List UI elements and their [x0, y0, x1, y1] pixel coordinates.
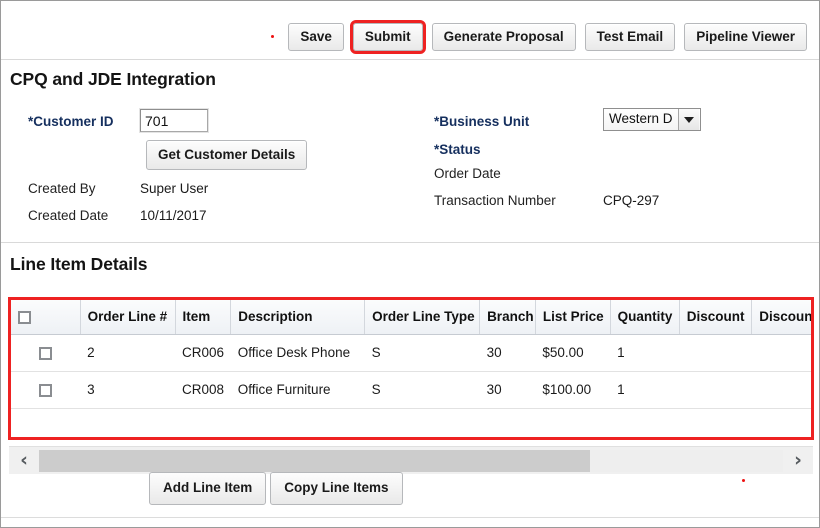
red-annotation-dot-bottom	[742, 479, 745, 482]
cell-order-line: 2	[80, 335, 175, 372]
table-row[interactable]: 3 CR008 Office Furniture S 30 $100.00 1 …	[11, 372, 814, 409]
cell-quantity: 1	[610, 372, 679, 409]
header-list-price[interactable]: List Price	[535, 300, 610, 335]
header-quantity[interactable]: Quantity	[610, 300, 679, 335]
top-toolbar: Save Submit Generate Proposal Test Email…	[1, 1, 819, 60]
cell-order-line: 3	[80, 372, 175, 409]
chevron-down-icon[interactable]	[678, 109, 699, 130]
save-button[interactable]: Save	[288, 23, 344, 51]
cell-branch: 30	[480, 335, 536, 372]
header-discount-type[interactable]: Discount Type	[752, 300, 814, 335]
cell-discount	[679, 335, 752, 372]
row-checkbox[interactable]	[39, 347, 52, 360]
scrollbar-track[interactable]	[39, 450, 783, 472]
scroll-right-arrow-icon[interactable]: ›	[783, 451, 813, 470]
line-items-action-buttons: Add Line Item Copy Line Items	[149, 472, 403, 505]
submit-button[interactable]: Submit	[353, 23, 423, 51]
customer-id-input[interactable]	[140, 109, 208, 132]
header-select-all[interactable]	[11, 300, 80, 335]
line-items-table: Order Line # Item Description Order Line…	[11, 300, 814, 409]
line-items-horizontal-scrollbar[interactable]: ‹ ›	[9, 446, 813, 474]
test-email-button[interactable]: Test Email	[585, 23, 676, 51]
header-form: *Customer ID Get Customer Details Create…	[1, 101, 819, 233]
cell-description: Office Desk Phone	[231, 335, 365, 372]
line-items-grid-scroll-content: Order Line # Item Description Order Line…	[11, 300, 814, 409]
section-divider	[1, 242, 819, 243]
created-by-label: Created By	[28, 180, 96, 197]
business-unit-select[interactable]: Western D	[603, 108, 701, 131]
header-description[interactable]: Description	[231, 300, 365, 335]
page-title: CPQ and JDE Integration	[10, 69, 216, 90]
header-discount[interactable]: Discount	[679, 300, 752, 335]
header-order-line[interactable]: Order Line #	[80, 300, 175, 335]
cell-discount-type	[752, 372, 814, 409]
header-order-line-type[interactable]: Order Line Type	[365, 300, 480, 335]
created-date-label: Created Date	[28, 207, 108, 224]
transaction-number-label: Transaction Number	[434, 192, 556, 209]
order-date-label: Order Date	[434, 165, 501, 182]
cell-discount	[679, 372, 752, 409]
created-date-value: 10/11/2017	[140, 207, 207, 224]
row-select-cell[interactable]	[11, 372, 80, 409]
business-unit-selected-value: Western D	[604, 109, 678, 130]
status-label: *Status	[434, 141, 481, 158]
cell-item: CR006	[175, 335, 231, 372]
cell-description: Office Furniture	[231, 372, 365, 409]
transaction-number-value: CPQ-297	[603, 192, 659, 209]
customer-id-label: *Customer ID	[28, 113, 114, 130]
cpq-jde-integration-page: Save Submit Generate Proposal Test Email…	[0, 0, 820, 528]
pipeline-viewer-button[interactable]: Pipeline Viewer	[684, 23, 807, 51]
row-select-cell[interactable]	[11, 335, 80, 372]
cell-order-line-type: S	[365, 372, 480, 409]
table-header-row: Order Line # Item Description Order Line…	[11, 300, 814, 335]
scroll-left-arrow-icon[interactable]: ‹	[9, 451, 39, 470]
table-row[interactable]: 2 CR006 Office Desk Phone S 30 $50.00 1 …	[11, 335, 814, 372]
business-unit-label: *Business Unit	[434, 113, 529, 130]
cell-list-price: $50.00	[535, 335, 610, 372]
select-all-checkbox[interactable]	[18, 311, 31, 324]
line-items-grid-highlight: Order Line # Item Description Order Line…	[8, 297, 814, 440]
header-item[interactable]: Item	[175, 300, 231, 335]
generate-proposal-button[interactable]: Generate Proposal	[432, 23, 576, 51]
add-line-item-button[interactable]: Add Line Item	[149, 472, 266, 505]
cell-quantity: 1	[610, 335, 679, 372]
footer-divider	[1, 517, 819, 518]
cell-discount-type	[752, 335, 814, 372]
created-by-value: Super User	[140, 180, 208, 197]
row-checkbox[interactable]	[39, 384, 52, 397]
scrollbar-thumb[interactable]	[39, 450, 590, 472]
cell-item: CR008	[175, 372, 231, 409]
copy-line-items-button[interactable]: Copy Line Items	[270, 472, 402, 505]
cell-branch: 30	[480, 372, 536, 409]
get-customer-details-button[interactable]: Get Customer Details	[146, 140, 307, 170]
toolbar-button-group: Save Submit Generate Proposal Test Email…	[288, 23, 807, 51]
line-item-details-title: Line Item Details	[10, 254, 147, 275]
header-branch[interactable]: Branch	[480, 300, 536, 335]
cell-list-price: $100.00	[535, 372, 610, 409]
cell-order-line-type: S	[365, 335, 480, 372]
red-annotation-dot-top	[271, 35, 274, 38]
